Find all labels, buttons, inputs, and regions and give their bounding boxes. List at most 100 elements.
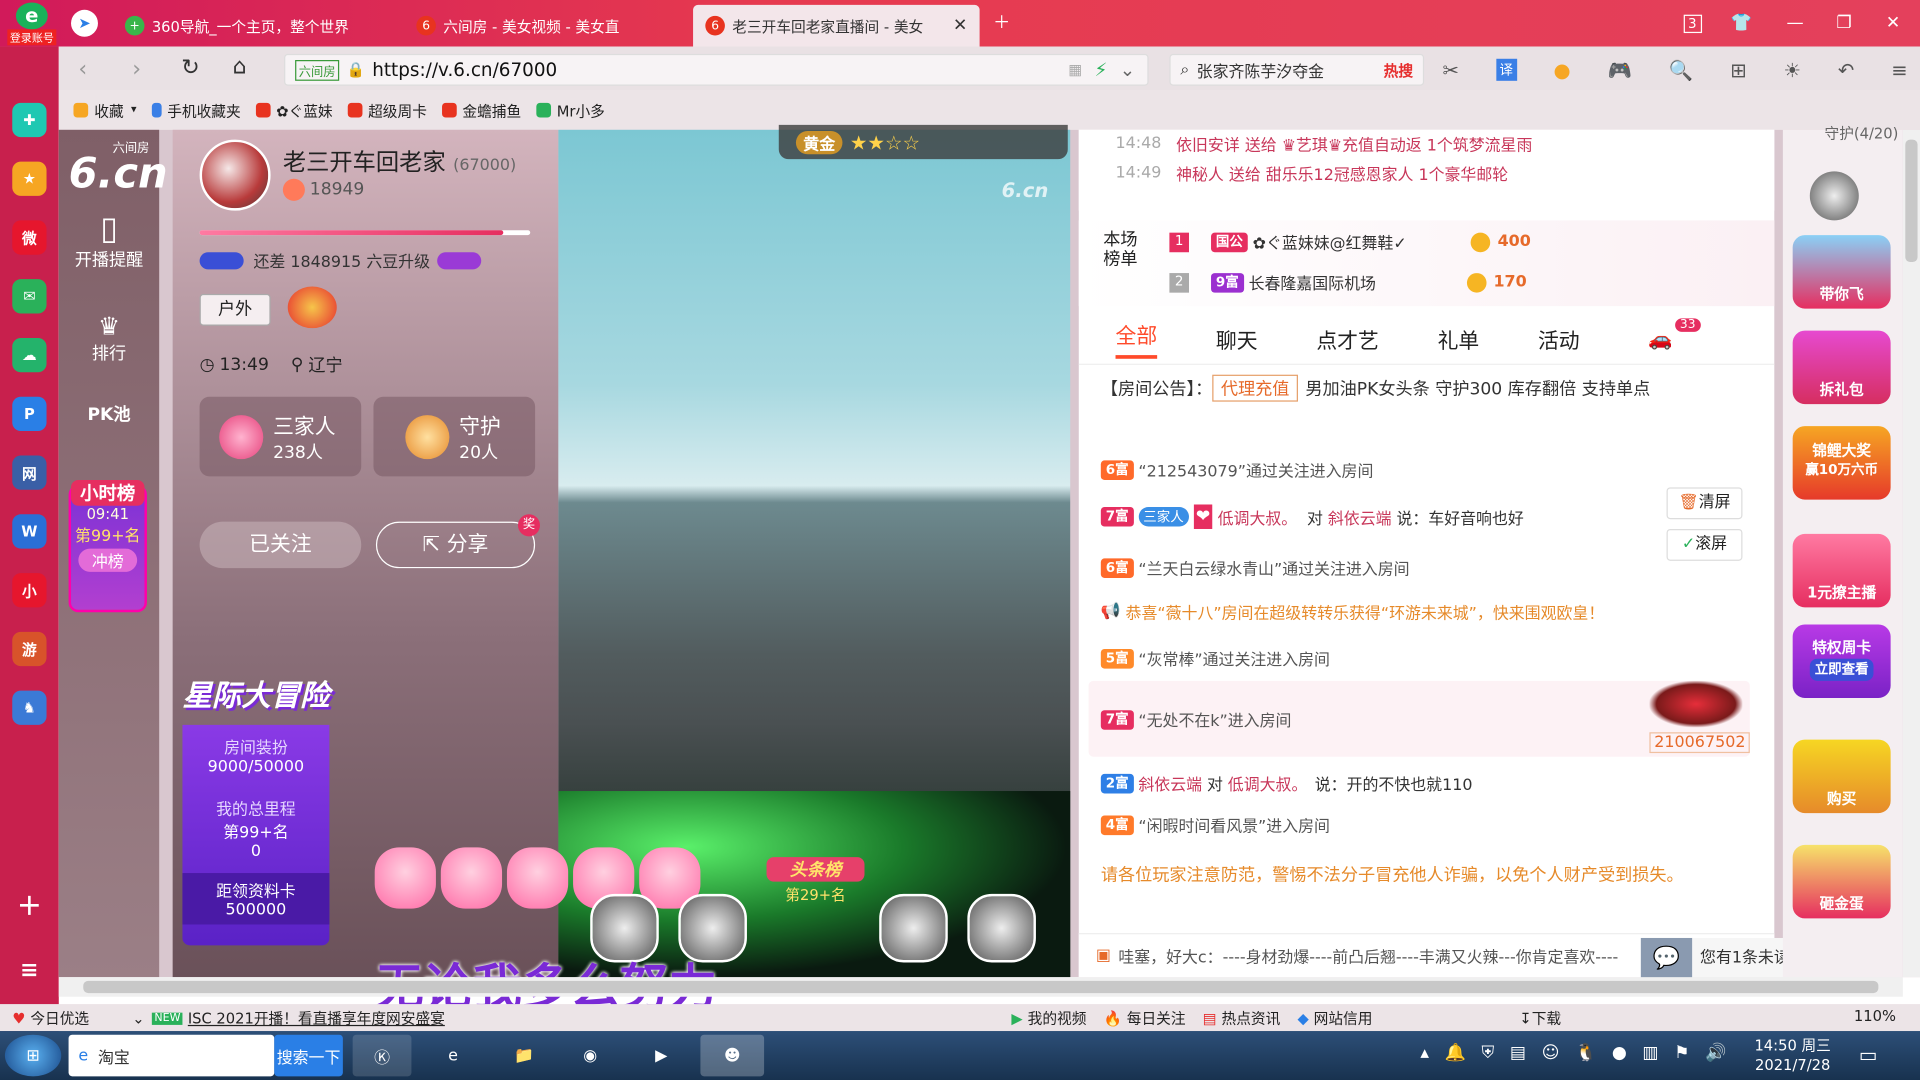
player-icon[interactable]: ▶ (632, 1035, 691, 1077)
scissors-icon[interactable]: ✂ (1442, 58, 1458, 81)
menu-icon[interactable]: ≡ (1891, 58, 1907, 81)
login-area[interactable]: e 登录账号 (5, 0, 59, 47)
guard-avatar[interactable] (1809, 171, 1859, 221)
fan-avatar[interactable] (967, 893, 1036, 963)
bookmark-favorites[interactable]: 收藏 ▾ (73, 100, 137, 121)
bookmark-fishing[interactable]: 金蟾捕鱼 (441, 100, 521, 121)
coin-icon[interactable]: ● (1554, 58, 1571, 81)
home-icon[interactable]: ⌂ (233, 54, 247, 80)
tab-gift-list[interactable]: 礼单 (1438, 323, 1480, 353)
qq-game-icon[interactable]: ☻ (700, 1034, 765, 1077)
hour-rank-button[interactable]: 冲榜 (78, 548, 138, 572)
magnifier-icon[interactable]: 🔍 (1669, 58, 1693, 81)
tab-live-room[interactable]: 6 老三开车回老家直播间 - 美女 ✕ (693, 4, 980, 47)
ie-taskbar-icon[interactable]: e (424, 1035, 483, 1077)
trophy-icon[interactable] (287, 286, 337, 329)
forward-icon[interactable]: › (132, 56, 141, 82)
browser-taskbar-icon[interactable]: ◉ (561, 1035, 620, 1077)
gamepad-icon[interactable]: 🎮 (1608, 58, 1632, 81)
back-icon[interactable]: ‹ (78, 56, 87, 82)
translate-icon[interactable]: 译 (1495, 58, 1517, 81)
shirt-icon[interactable]: 👕 (1727, 10, 1756, 37)
tab-all[interactable]: 全部 (1115, 318, 1158, 359)
tab-talent[interactable]: 点才艺 (1316, 323, 1378, 353)
share-button[interactable]: ⇱ 分享 (375, 521, 536, 569)
board-title[interactable]: 本场榜单 (1103, 230, 1142, 269)
tag-outdoor[interactable]: 户外 (199, 293, 271, 326)
gift-bubble[interactable] (374, 847, 436, 909)
promo-fly[interactable]: 带你飞 (1792, 235, 1891, 309)
word-icon[interactable]: W (12, 514, 47, 549)
new-tab-icon[interactable]: ＋ (987, 10, 1016, 37)
hour-rank-widget[interactable]: 小时榜 09:41 第99+名 冲榜 (68, 480, 147, 613)
video-player[interactable]: 黄金 ★★☆☆ 6.cn 头条榜 第29+名 (558, 124, 1071, 978)
promo-gift-pack[interactable]: 拆礼包 (1792, 330, 1891, 405)
refresh-icon[interactable]: ↻ (181, 55, 199, 81)
guard-card[interactable]: 守护 20人 (373, 396, 536, 477)
car-icon[interactable]: 🚗 (1648, 327, 1672, 350)
brightness-icon[interactable]: ☀ (1783, 58, 1801, 81)
minimize-icon[interactable]: — (1780, 10, 1809, 37)
taobao-search-input[interactable]: e 淘宝 (68, 1034, 275, 1077)
bookmark-mrxiaoduo[interactable]: Mr小多 (535, 100, 605, 121)
promo-weekcard[interactable]: 特权周卡 立即查看 (1792, 624, 1891, 698)
promo-koi[interactable]: 锦鲤大奖 赢10万六币 (1792, 426, 1891, 500)
family-card[interactable]: 三家人 238人 (199, 396, 362, 477)
bookmark-lanmei[interactable]: ✿ぐ蓝妹 (255, 100, 333, 121)
fan-avatar[interactable] (879, 893, 948, 963)
nav-ranking[interactable]: ♛ 排行 (59, 311, 159, 365)
weibo-icon[interactable]: 微 (12, 220, 47, 255)
url-input[interactable]: 六间房 🔒 https://v.6.cn/67000 ▦ ⚡ ⌄ (284, 53, 1149, 86)
qr-icon[interactable]: ▦ (1068, 61, 1082, 78)
search-button[interactable]: 搜索一下 (274, 1034, 343, 1077)
undo-icon[interactable]: ↶ (1838, 58, 1854, 81)
lightning-icon[interactable]: ⚡ (1095, 59, 1108, 81)
nav-live-reminder[interactable]: ▯ 开播提醒 (59, 211, 159, 272)
gift-bubble[interactable] (506, 847, 569, 909)
sidebar-app-icon[interactable]: ✚ (12, 102, 47, 138)
site-logo[interactable]: 六间房 6.cn (69, 137, 168, 195)
game2-icon[interactable]: 游 (12, 631, 47, 667)
zoom-level[interactable]: 110% (1854, 1008, 1896, 1025)
chat-bubble-icon[interactable]: 💬 (1640, 937, 1693, 980)
chevron-down-icon[interactable]: ⌄ (1120, 59, 1135, 81)
favorites-star-icon[interactable]: ★ (12, 161, 47, 196)
notification-icon[interactable]: ▭ (1859, 1043, 1878, 1066)
nav-pk-pool[interactable]: PK池 (59, 402, 159, 426)
tab-chat[interactable]: 聊天 (1216, 323, 1258, 353)
anchor-avatar[interactable] (199, 139, 271, 211)
mail-icon[interactable]: ✉ (12, 279, 47, 314)
cloud-icon[interactable]: ☁ (12, 337, 47, 373)
folder-icon[interactable]: 📁 (495, 1035, 554, 1077)
gift-bubble[interactable] (440, 847, 503, 909)
scroll-screen-button[interactable]: ✓滚屏 (1666, 528, 1743, 561)
rank-banner[interactable]: 黄金 ★★☆☆ (778, 124, 1068, 160)
clear-screen-button[interactable]: 🗑清屏 (1666, 487, 1743, 520)
tab-6cn-home[interactable]: 6 六间房 - 美女视频 - 美女直 (404, 5, 688, 47)
tab-count[interactable]: 3 (1678, 10, 1707, 37)
maximize-icon[interactable]: ❐ (1829, 10, 1858, 37)
red-app-icon[interactable]: 小 (12, 573, 47, 608)
tab-activity[interactable]: 活动 (1538, 323, 1580, 353)
close-window-icon[interactable]: ✕ (1878, 10, 1907, 37)
k-app-icon[interactable]: Ⓚ (352, 1034, 412, 1077)
navigate-icon[interactable]: ➤ (71, 9, 98, 37)
game3-icon[interactable]: ♞ (12, 690, 47, 725)
clock[interactable]: 14:50 周三 2021/7/28 (1744, 1036, 1842, 1075)
hot-search-label[interactable]: 热搜 (1384, 59, 1413, 80)
game-app-icon[interactable]: 网 (12, 455, 47, 490)
bookmark-mobile[interactable]: 手机收藏夹 (151, 100, 241, 121)
list-icon[interactable]: ≡ (12, 953, 46, 987)
today-picks[interactable]: ♥ 今日优选 (12, 1008, 89, 1029)
top-rank-badge[interactable]: 头条榜 第29+名 (742, 845, 889, 943)
close-tab-icon[interactable]: ✕ (953, 16, 967, 36)
event-title[interactable]: 星际大冒险 (182, 659, 329, 725)
tab-360[interactable]: +360导航_一个主页，整个世界 (113, 5, 397, 47)
bookmark-weekcard[interactable]: 超级周卡 (347, 100, 427, 121)
page-scrollbar[interactable] (1902, 129, 1920, 978)
promo-golden-egg[interactable]: 砸金蛋 (1792, 844, 1891, 919)
promo-1yuan[interactable]: 1元撩主播 (1792, 533, 1891, 608)
status-news[interactable]: ⌄ NEW ISC 2021开播！看直播享年度网安盛宴 (132, 1008, 445, 1029)
promo-buy[interactable]: 购买 (1792, 739, 1891, 814)
horizontal-scrollbar[interactable] (58, 977, 1903, 997)
